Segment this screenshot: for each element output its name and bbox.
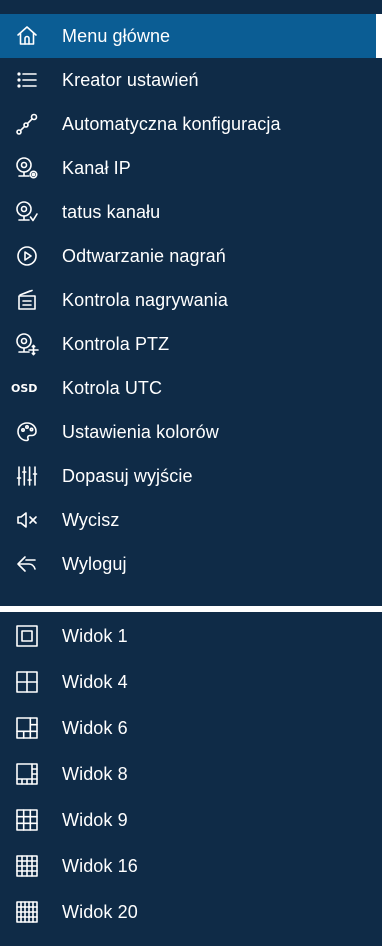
view-item-label: Widok 6	[62, 717, 128, 738]
menu-item-playback[interactable]: Odtwarzanie nagrań	[0, 234, 382, 278]
menu-item-logout[interactable]: Wyloguj	[0, 542, 382, 586]
ip-camera-icon	[12, 153, 42, 183]
recorder-icon	[12, 285, 42, 315]
camera-check-icon	[12, 197, 42, 227]
menu-item-record-control[interactable]: Kontrola nagrywania	[0, 278, 382, 322]
layout-8-icon	[12, 759, 42, 789]
svg-text:OSD: OSD	[11, 382, 37, 395]
menu-item-label: Kanał IP	[62, 157, 131, 178]
view-layout-panel: Widok 1 Widok 4 Widok 6 Widok 8 Widok 9 …	[0, 612, 382, 946]
view-item-4[interactable]: Widok 4	[0, 660, 382, 704]
layout-9-icon	[12, 805, 42, 835]
mute-icon	[12, 505, 42, 535]
menu-item-auto-config[interactable]: Automatyczna konfiguracja	[0, 102, 382, 146]
layout-16-icon	[12, 851, 42, 881]
logout-icon	[12, 549, 42, 579]
menu-item-main-menu[interactable]: Menu główne	[0, 14, 382, 58]
menu-item-utc-control[interactable]: OSD Kotrola UTC	[0, 366, 382, 410]
ptz-icon	[12, 329, 42, 359]
view-item-label: Widok 1	[62, 625, 128, 646]
menu-item-mute[interactable]: Wycisz	[0, 498, 382, 542]
menu-item-label: Menu główne	[62, 25, 171, 46]
view-item-16[interactable]: Widok 16	[0, 844, 382, 888]
menu-item-ip-channel[interactable]: Kanał IP	[0, 146, 382, 190]
menu-item-label: Kreator ustawień	[62, 69, 199, 90]
osd-icon: OSD	[11, 373, 42, 403]
layout-6-icon	[12, 713, 42, 743]
menu-item-label: Odtwarzanie nagrań	[62, 245, 226, 266]
layout-20-icon	[12, 897, 42, 927]
menu-item-color-settings[interactable]: Ustawienia kolorów	[0, 410, 382, 454]
menu-item-ptz-control[interactable]: Kontrola PTZ	[0, 322, 382, 366]
view-item-9[interactable]: Widok 9	[0, 798, 382, 842]
view-item-label: Widok 20	[62, 901, 138, 922]
view-item-label: Widok 16	[62, 855, 138, 876]
menu-item-label: Wycisz	[62, 509, 120, 530]
menu-item-label: Dopasuj wyjście	[62, 465, 193, 486]
menu-item-label: Kontrola PTZ	[62, 333, 170, 354]
menu-item-label: Automatyczna konfiguracja	[62, 113, 281, 134]
menu-item-label: Wyloguj	[62, 553, 127, 574]
view-item-label: Widok 9	[62, 809, 128, 830]
auto-config-icon	[12, 109, 42, 139]
view-item-8[interactable]: Widok 8	[0, 752, 382, 796]
list-icon	[12, 65, 42, 95]
menu-item-label: Ustawienia kolorów	[62, 421, 219, 442]
palette-icon	[12, 417, 42, 447]
view-item-6[interactable]: Widok 6	[0, 706, 382, 750]
menu-item-label: Kotrola UTC	[62, 377, 163, 398]
home-icon	[12, 21, 42, 51]
view-item-label: Widok 8	[62, 763, 128, 784]
menu-item-setup-wizard[interactable]: Kreator ustawień	[0, 58, 382, 102]
main-menu-panel: Menu główne Kreator ustawień Automatyczn…	[0, 0, 382, 606]
play-circle-icon	[12, 241, 42, 271]
view-item-label: Widok 4	[62, 671, 128, 692]
menu-item-output-adjust[interactable]: Dopasuj wyjście	[0, 454, 382, 498]
menu-item-label: Kontrola nagrywania	[62, 289, 229, 310]
layout-1-icon	[12, 621, 42, 651]
layout-4-icon	[12, 667, 42, 697]
menu-item-channel-status[interactable]: tatus kanału	[0, 190, 382, 234]
equalizer-icon	[12, 461, 42, 491]
menu-item-label: tatus kanału	[62, 201, 161, 222]
view-item-1[interactable]: Widok 1	[0, 614, 382, 658]
view-item-20[interactable]: Widok 20	[0, 890, 382, 934]
